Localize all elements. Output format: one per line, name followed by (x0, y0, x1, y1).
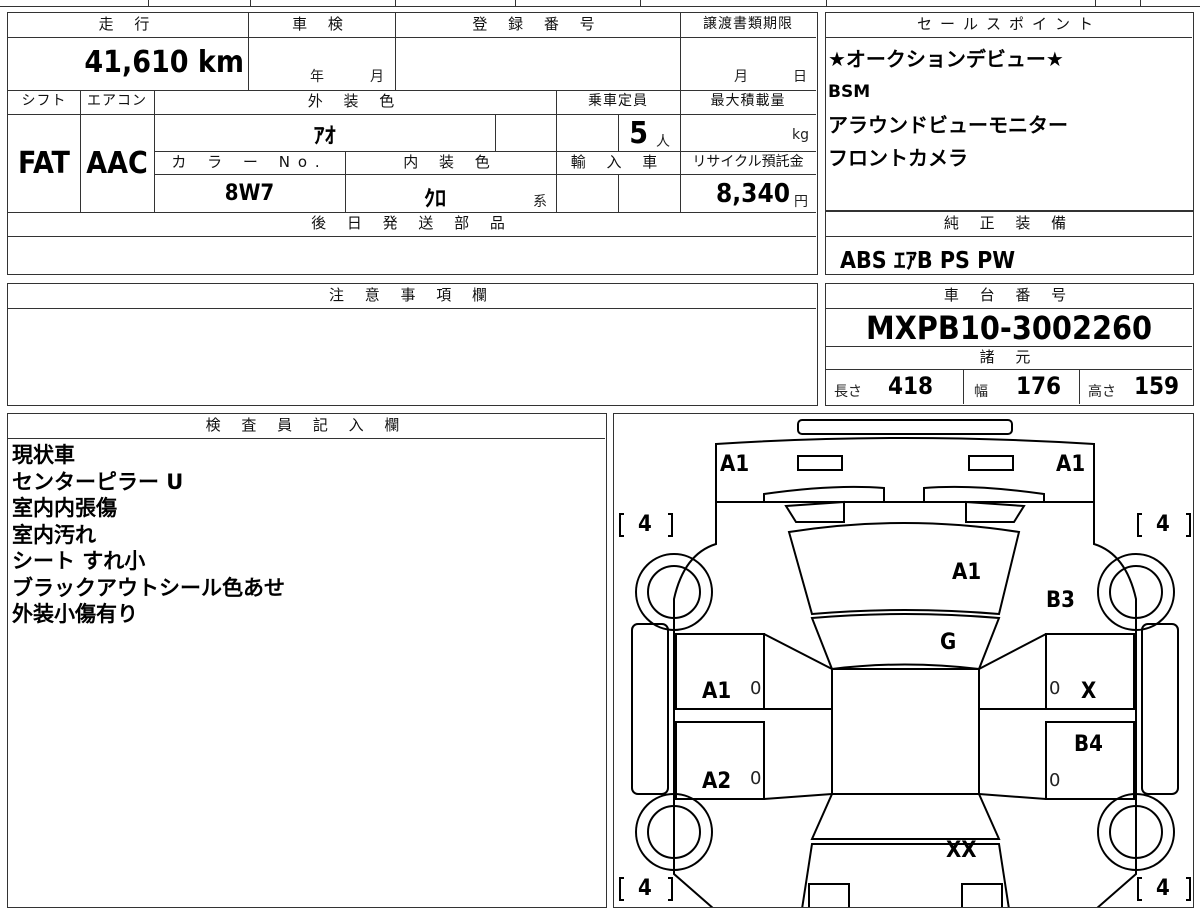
shift-value: FAT (18, 146, 70, 181)
recycle-header: リサイクル預託金 (692, 154, 804, 170)
sales-points-list: ★オークションデビュー★ BSM アラウンドビューモニター フロントカメラ (828, 43, 1188, 175)
note-line: センターピラー U (12, 469, 184, 494)
inspection-year: 年 (310, 69, 324, 85)
deadline-day: 日 (793, 69, 807, 85)
max-load-header: 最大積載量 (710, 93, 786, 109)
chassis-box: 車 台 番 号 MXPB10-3002260 諸 元 長さ 418 幅 176 … (825, 283, 1194, 406)
mileage-value: 41,610 km (84, 45, 244, 80)
exterior-color-value: ｱｵ (313, 124, 336, 149)
note-line: 室内内張傷 (12, 496, 117, 520)
vehicle-info-grid: 走 行 車 検 登 録 番 号 譲渡書類期限 41,610 km 年 月 月 日… (7, 12, 818, 275)
interior-color-header: 内 装 色 (403, 153, 498, 171)
sales-point-item: ★オークションデビュー★ (828, 47, 1064, 71)
note-line: シート すれ小 (12, 549, 146, 573)
sales-point-item: アラウンドビューモニター (828, 113, 1068, 137)
aircon-value: AAC (86, 146, 148, 181)
label-tire-fl: 4 (638, 512, 652, 537)
genuine-equipment-header: 純 正 装 備 (943, 214, 1075, 232)
transfer-deadline-header: 譲渡書類期限 (703, 16, 793, 32)
sales-points-header: セールスポイント (916, 15, 1101, 33)
specs-header: 諸 元 (979, 348, 1039, 366)
label-front-right: A1 (1056, 452, 1086, 477)
note-line: 外装小傷有り (12, 602, 138, 626)
capacity-header: 乗車定員 (588, 93, 648, 109)
width-label: 幅 (974, 384, 988, 400)
sales-points-box: セールスポイント ★オークションデビュー★ BSM アラウンドビューモニター フ… (825, 12, 1194, 211)
length-value: 418 (888, 372, 934, 400)
capacity-value: 5 (629, 116, 648, 151)
note-line: ブラックアウトシール色あせ (12, 575, 285, 600)
note-line: 現状車 (12, 443, 75, 467)
color-no-header: カ ラ ー No. (171, 153, 328, 171)
later-parts-header: 後 日 発 送 部 品 (311, 214, 513, 232)
note-line: 室内汚れ (12, 522, 96, 547)
chassis-header: 車 台 番 号 (943, 286, 1075, 304)
inspection-header: 車 検 (292, 15, 351, 33)
height-label: 高さ (1088, 384, 1116, 400)
car-diagram-box: A1 A1 4 4 4 4 A1 G B3 A1 0 X 0 B4 0 A2 0… (613, 413, 1194, 908)
deadline-month: 月 (734, 69, 748, 85)
label-tire-rr: 4 (1156, 876, 1170, 901)
label-left-front-door-sub: 0 (750, 678, 762, 699)
recycle-unit: 円 (794, 194, 808, 210)
registration-header: 登 録 番 号 (472, 15, 603, 33)
equipment-value: ABS ｴｱB PS PW (840, 248, 1016, 274)
label-right-rear-door-sub: 0 (1049, 770, 1061, 791)
width-value: 176 (1016, 372, 1062, 400)
inspector-box: 検 査 員 記 入 欄 現状車 センターピラー U 室内内張傷 室内汚れ シート… (7, 413, 607, 908)
label-right-front-door-sub: 0 (1049, 678, 1061, 699)
label-windshield: G (940, 630, 957, 655)
interior-color-value: ｸﾛ (423, 187, 446, 212)
label-left-rear-door: A2 (702, 769, 732, 794)
max-load-unit: kg (792, 127, 809, 143)
length-label: 長さ (834, 384, 862, 400)
label-right-rear-door: B4 (1074, 732, 1103, 757)
label-right-front-door: X (1081, 679, 1097, 704)
inspector-header: 検 査 員 記 入 欄 (205, 416, 408, 434)
label-hood: A1 (952, 560, 982, 585)
inspection-month: 月 (370, 69, 384, 85)
import-header: 輸 入 車 (570, 153, 666, 171)
label-roof: XX (946, 838, 977, 863)
color-no-value: 8W7 (224, 181, 275, 206)
mileage-header: 走 行 (98, 15, 158, 33)
car-diagram (619, 419, 1191, 907)
caution-box: 注 意 事 項 欄 (7, 283, 818, 406)
label-front-left: A1 (720, 452, 750, 477)
interior-suffix: 系 (533, 194, 547, 210)
label-right-front-fender: B3 (1046, 588, 1075, 613)
sales-point-item: BSM (828, 82, 871, 102)
genuine-equipment-box: 純 正 装 備 ABS ｴｱB PS PW (825, 211, 1194, 275)
capacity-unit: 人 (656, 134, 670, 150)
sales-point-item: フロントカメラ (828, 146, 968, 170)
inspector-notes: 現状車 センターピラー U 室内内張傷 室内汚れ シート すれ小 ブラックアウト… (12, 442, 592, 628)
label-left-front-door: A1 (702, 679, 732, 704)
exterior-color-header: 外 装 色 (307, 92, 403, 110)
caution-header: 注 意 事 項 欄 (328, 286, 496, 304)
recycle-fee-value: 8,340 (716, 179, 790, 209)
top-strip (0, 0, 1200, 8)
height-value: 159 (1134, 372, 1180, 400)
label-left-rear-door-sub: 0 (750, 768, 762, 789)
label-tire-fr: 4 (1156, 512, 1170, 537)
chassis-number: MXPB10-3002260 (865, 309, 1153, 347)
shift-header: シフト (21, 93, 67, 109)
aircon-header: エアコン (87, 93, 147, 109)
label-tire-rl: 4 (638, 876, 652, 901)
